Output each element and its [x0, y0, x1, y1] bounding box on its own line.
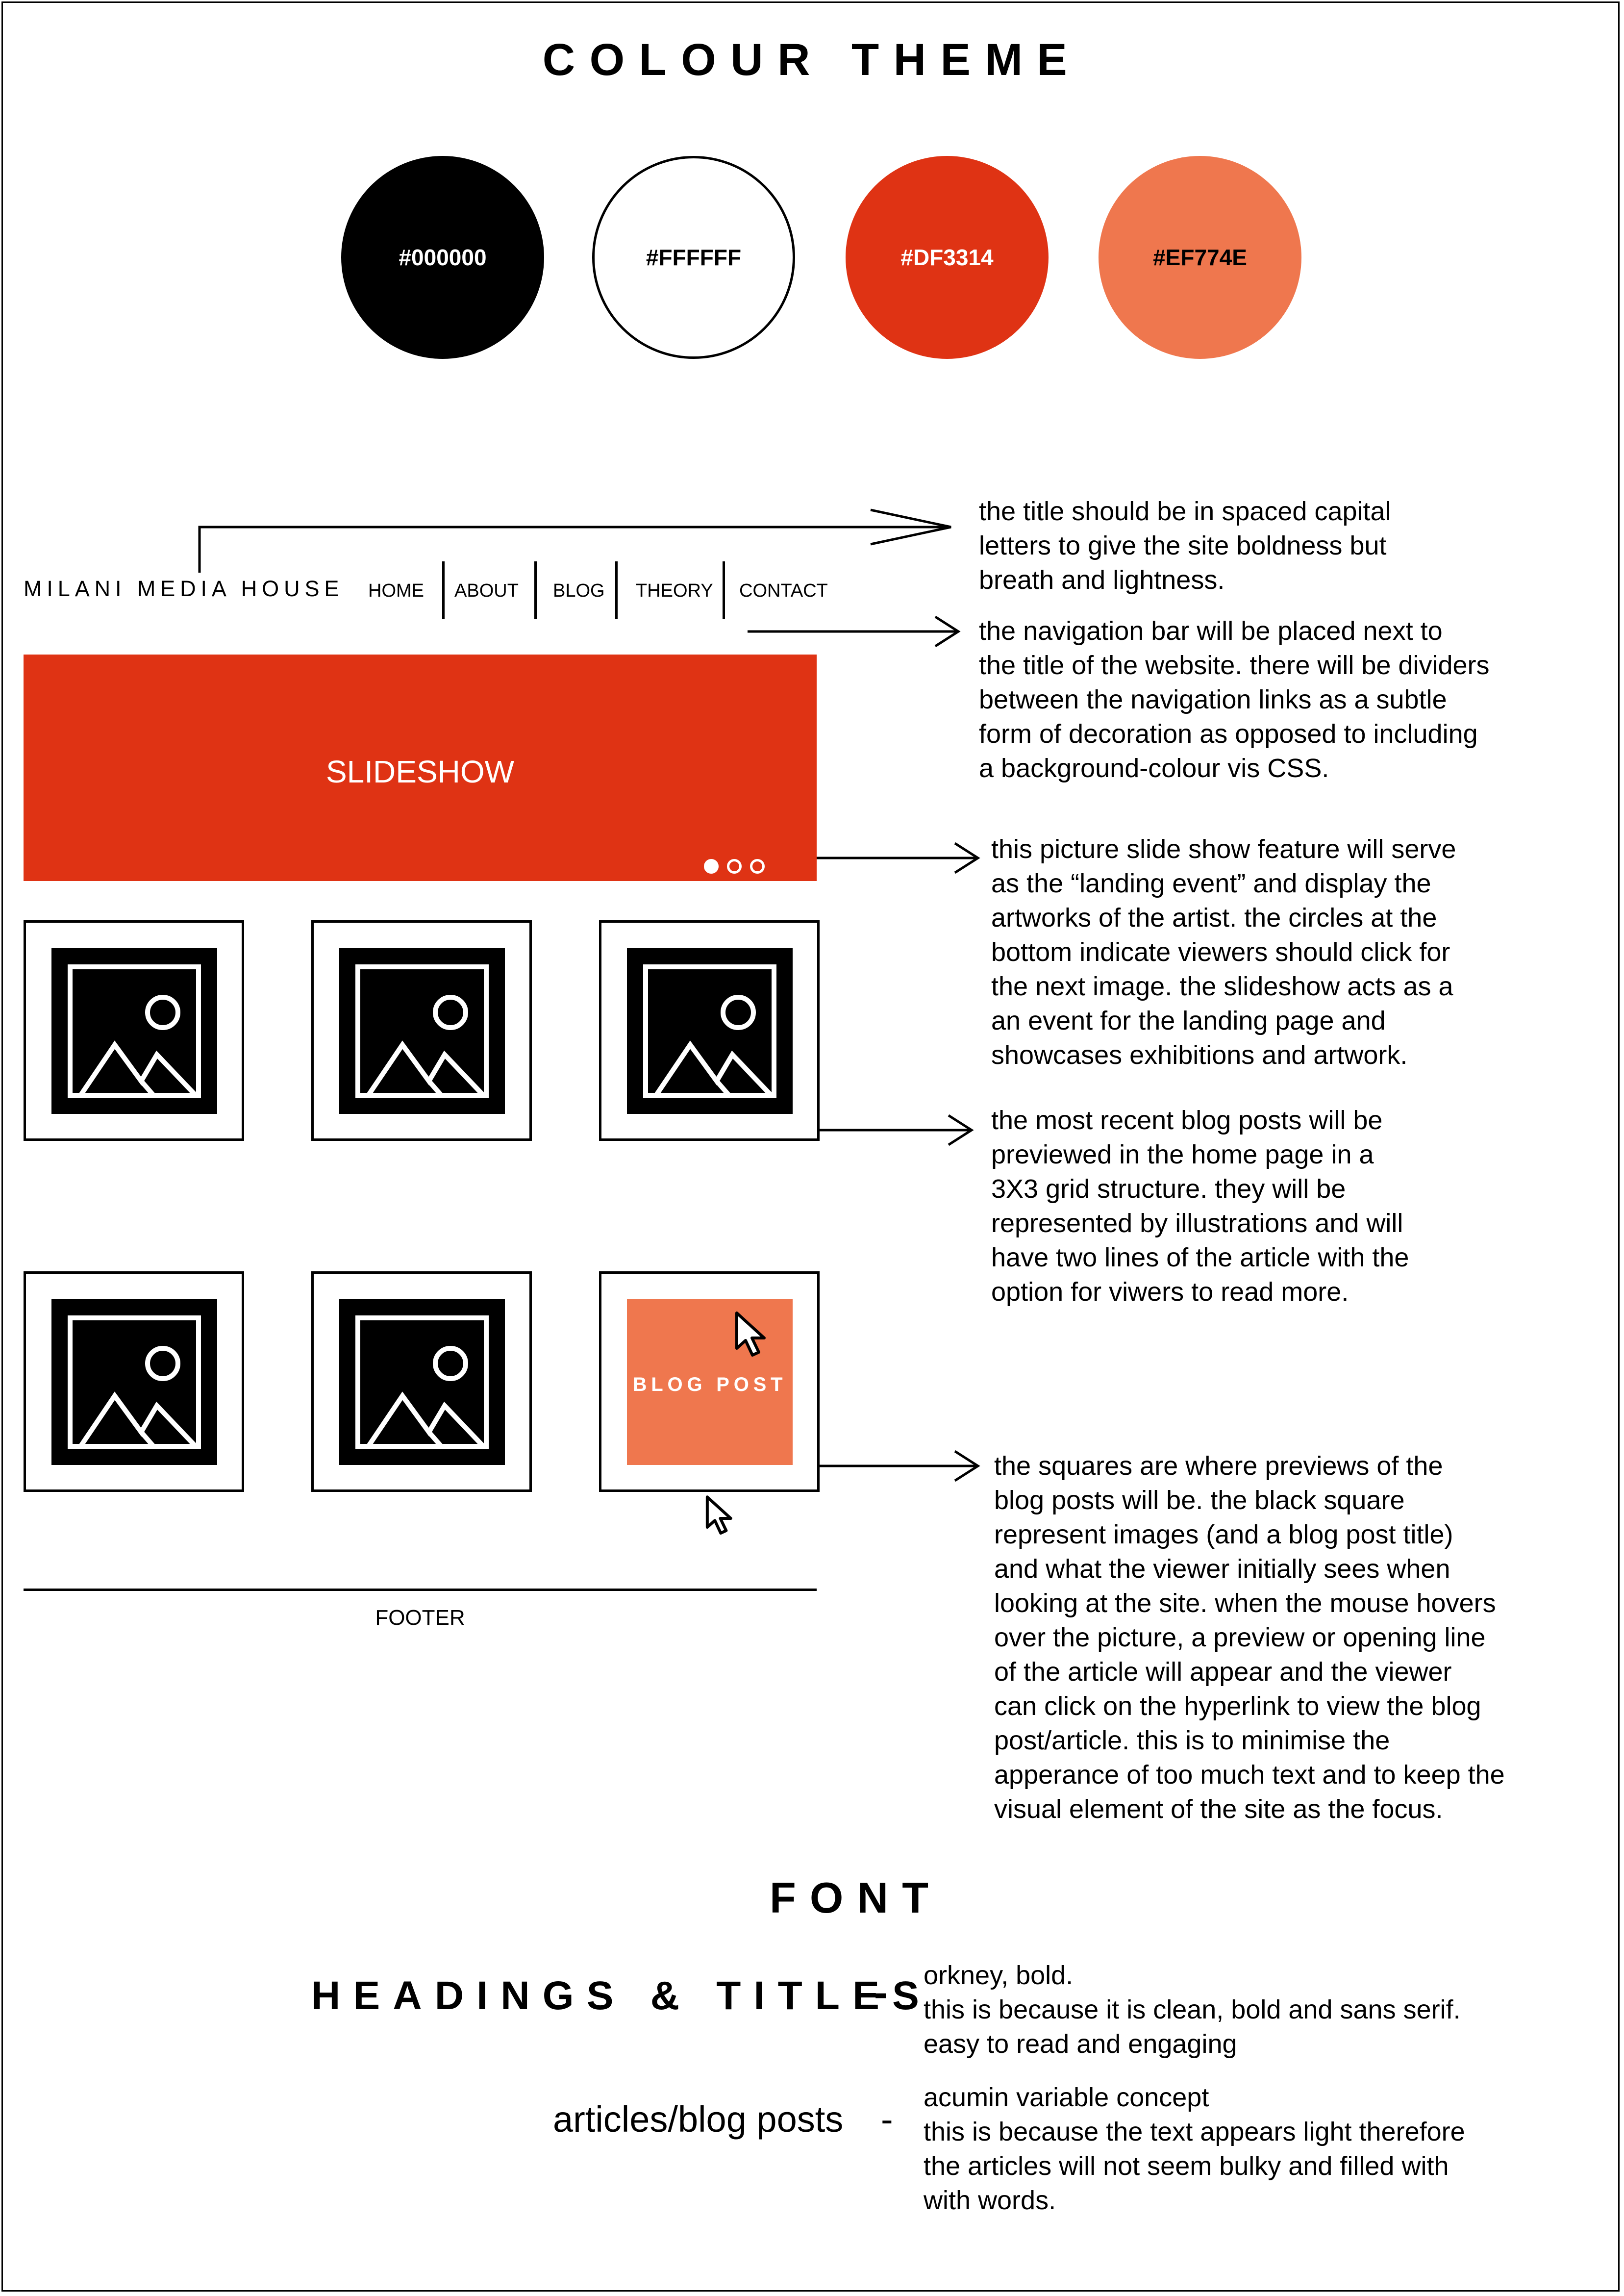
articles-dash: - — [881, 2099, 893, 2140]
articles-font-description: acumin variable concept this is because … — [924, 2083, 1465, 2215]
headings-font-description: orkney, bold. this is because it is clea… — [924, 1961, 1461, 2059]
articles-label: articles/blog posts — [553, 2099, 844, 2140]
annotation-navigation: the navigation bar will be placed next t… — [979, 616, 1490, 783]
annotation-grid: the most recent blog posts will be previ… — [991, 1106, 1409, 1307]
font-heading: FONT — [770, 1873, 943, 1922]
title-arrow-line — [198, 526, 951, 573]
headings-titles-label: HEADINGS & TITLES — [311, 1973, 932, 2018]
footer-divider — [24, 1589, 817, 1591]
annotation-slideshow: this picture slide show feature will ser… — [991, 834, 1456, 1070]
annotation-squares: the squares are where previews of the bl… — [994, 1451, 1505, 1824]
footer-label: FOOTER — [375, 1606, 465, 1630]
annotation-title: the title should be in spaced capital le… — [979, 497, 1391, 595]
headings-dash: - — [874, 1970, 888, 2015]
